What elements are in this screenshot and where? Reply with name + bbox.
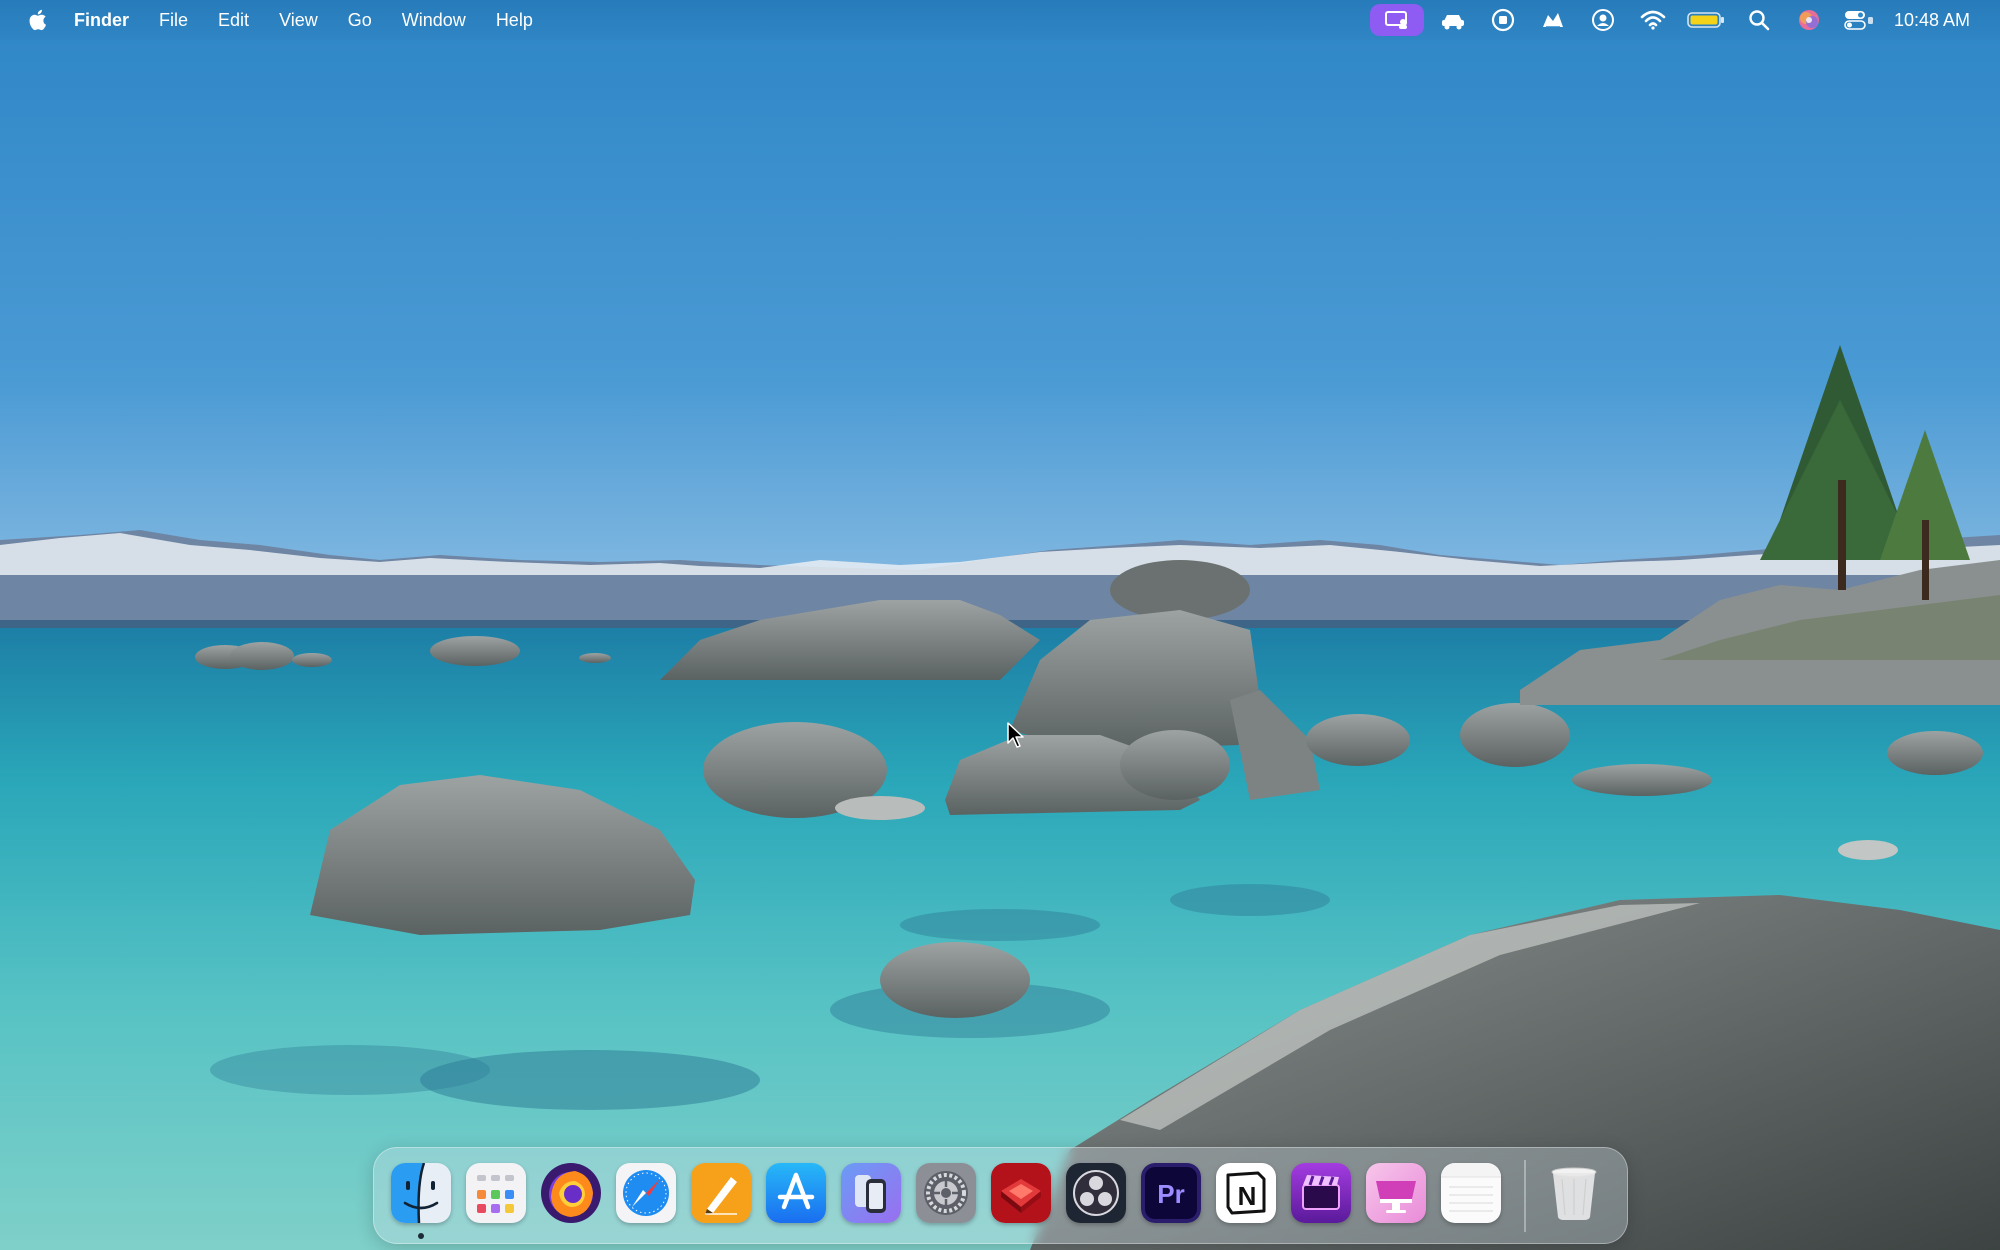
dock-item-firefox[interactable] — [541, 1163, 601, 1223]
user-account-icon[interactable] — [1578, 0, 1628, 40]
obs-icon — [1066, 1163, 1126, 1223]
safari-icon — [616, 1163, 676, 1223]
menu-bar: Finder File Edit View Go Window Help 10:… — [0, 0, 2000, 40]
iphone-mirroring-icon — [841, 1163, 901, 1223]
mouse-cursor-icon — [1007, 722, 1024, 748]
firefox-icon — [541, 1163, 601, 1223]
dock-item-notes[interactable] — [1441, 1163, 1501, 1223]
control-center-icon[interactable] — [1834, 0, 1884, 40]
launchpad-icon — [466, 1163, 526, 1223]
menu-edit[interactable]: Edit — [203, 0, 264, 40]
red-gem-app-icon — [991, 1163, 1051, 1223]
pink-display-app-icon — [1366, 1163, 1426, 1223]
dock-item-movie-app[interactable] — [1291, 1163, 1351, 1223]
notes-icon — [1441, 1163, 1501, 1223]
clapper-app-icon — [1291, 1163, 1351, 1223]
dock-item-obs[interactable] — [1066, 1163, 1126, 1223]
pages-icon — [691, 1163, 751, 1223]
menu-bar-clock[interactable]: 10:48 AM — [1884, 10, 2000, 31]
dock-item-trash[interactable] — [1544, 1163, 1604, 1223]
dock-item-system-settings[interactable] — [916, 1163, 976, 1223]
apple-logo-icon[interactable] — [0, 0, 74, 40]
ai-assistant-icon[interactable] — [1528, 0, 1578, 40]
siri-icon[interactable] — [1784, 0, 1834, 40]
dock-item-red-app[interactable] — [991, 1163, 1051, 1223]
dock-item-notion[interactable]: N — [1216, 1163, 1276, 1223]
notion-icon: N — [1216, 1163, 1276, 1223]
premiere-pro-icon: Pr — [1141, 1163, 1201, 1223]
desktop-wallpaper — [0, 0, 2000, 1250]
finder-running-indicator — [418, 1233, 424, 1239]
dock-item-app-store[interactable] — [766, 1163, 826, 1223]
dock-item-safari[interactable] — [616, 1163, 676, 1223]
menu-file[interactable]: File — [144, 0, 203, 40]
spotlight-search-icon[interactable] — [1734, 0, 1784, 40]
dock-item-premiere-pro[interactable]: Pr — [1141, 1163, 1201, 1223]
dock-divider — [1524, 1160, 1526, 1232]
screen-sharing-icon[interactable] — [1369, 4, 1424, 36]
menu-window[interactable]: Window — [387, 0, 481, 40]
wifi-icon[interactable] — [1628, 0, 1678, 40]
app-store-icon — [766, 1163, 826, 1223]
menu-view[interactable]: View — [264, 0, 333, 40]
finder-icon — [391, 1163, 451, 1223]
dock-item-pages[interactable] — [691, 1163, 751, 1223]
trash-icon — [1551, 1167, 1597, 1220]
screen-record-icon[interactable] — [1478, 0, 1528, 40]
dock: Pr N — [373, 1147, 1628, 1244]
dock-item-launchpad[interactable] — [466, 1163, 526, 1223]
premiere-pro-label: Pr — [1157, 1179, 1184, 1209]
dock-item-display-app[interactable] — [1366, 1163, 1426, 1223]
dock-item-finder[interactable] — [391, 1163, 451, 1223]
menu-go[interactable]: Go — [333, 0, 387, 40]
menu-help[interactable]: Help — [481, 0, 548, 40]
notion-label: N — [1238, 1181, 1257, 1211]
battery-icon[interactable] — [1678, 0, 1734, 40]
dock-item-iphone-mirroring[interactable] — [841, 1163, 901, 1223]
app-menu-finder[interactable]: Finder — [74, 0, 144, 40]
car-icon[interactable] — [1428, 0, 1478, 40]
system-settings-icon — [916, 1163, 976, 1223]
